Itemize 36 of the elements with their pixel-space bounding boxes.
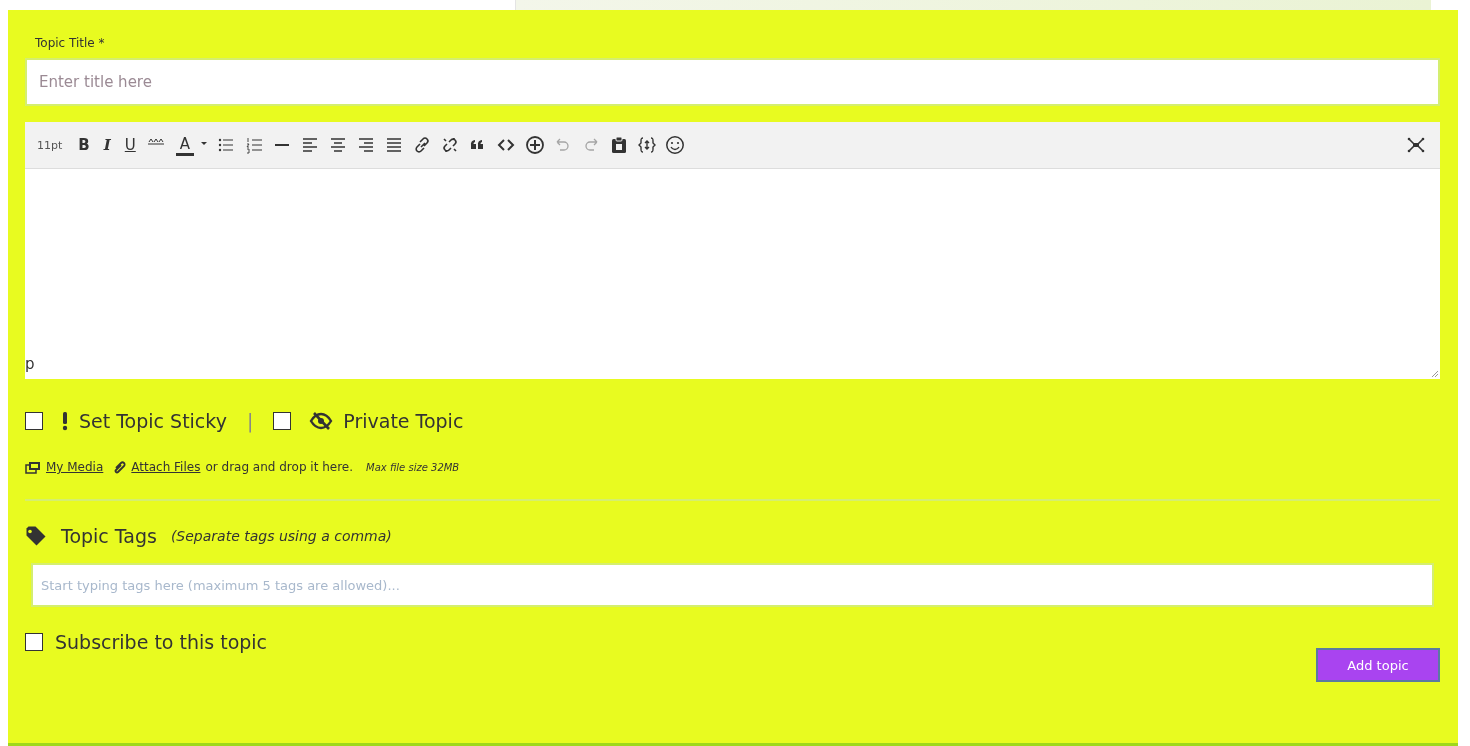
checkbox-label: Set Topic Sticky	[79, 410, 227, 432]
file-size-note: Max file size 32MB	[366, 461, 460, 473]
plus-circle-icon[interactable]	[525, 135, 545, 155]
tags-field[interactable]: Start typing tags here (maximum 5 tags are allowed)...	[31, 563, 1434, 607]
checkbox[interactable]	[25, 633, 43, 651]
resize-handle-icon	[1431, 370, 1439, 378]
tag-icon	[25, 526, 47, 546]
checkbox-label: Private Topic	[343, 410, 464, 432]
title-field[interactable]: Enter title here	[25, 58, 1440, 106]
attach-files-link[interactable]: Attach Files	[131, 460, 201, 474]
element-path: p	[25, 355, 35, 375]
smiley-icon[interactable]	[665, 135, 685, 155]
bold-button[interactable]: B	[72, 133, 96, 157]
italic-button[interactable]: I	[97, 133, 117, 157]
add-topic-button[interactable]: Add topic	[1316, 648, 1440, 682]
hint-text: (Separate tags using a comma)	[170, 528, 392, 544]
section-heading: Topic Tags	[61, 525, 157, 547]
underline-button[interactable]: U	[118, 133, 142, 157]
checkbox[interactable]	[25, 412, 43, 430]
braces-icon[interactable]	[637, 135, 657, 155]
eye-slash-icon	[309, 411, 334, 431]
paperclip-icon	[112, 460, 127, 474]
checkbox-label: Subscribe to this topic	[55, 631, 268, 653]
font-size-selector[interactable]: 11pt	[37, 138, 63, 152]
field-label: Topic Title *	[35, 36, 106, 52]
editor-body[interactable]: p	[25, 169, 1440, 379]
text-color-button[interactable]: A	[175, 134, 194, 156]
fullscreen-icon[interactable]	[1406, 135, 1426, 155]
numbered-list-icon[interactable]	[245, 135, 265, 155]
drag-drop-text: or drag and drop it here.	[205, 460, 354, 474]
media-gallery-icon	[25, 460, 41, 474]
separator: |	[246, 410, 254, 432]
exclamation-icon	[61, 411, 69, 431]
clipboard-icon[interactable]	[609, 135, 629, 155]
my-media-link[interactable]: My Media	[46, 460, 104, 474]
checkbox[interactable]	[273, 412, 292, 430]
